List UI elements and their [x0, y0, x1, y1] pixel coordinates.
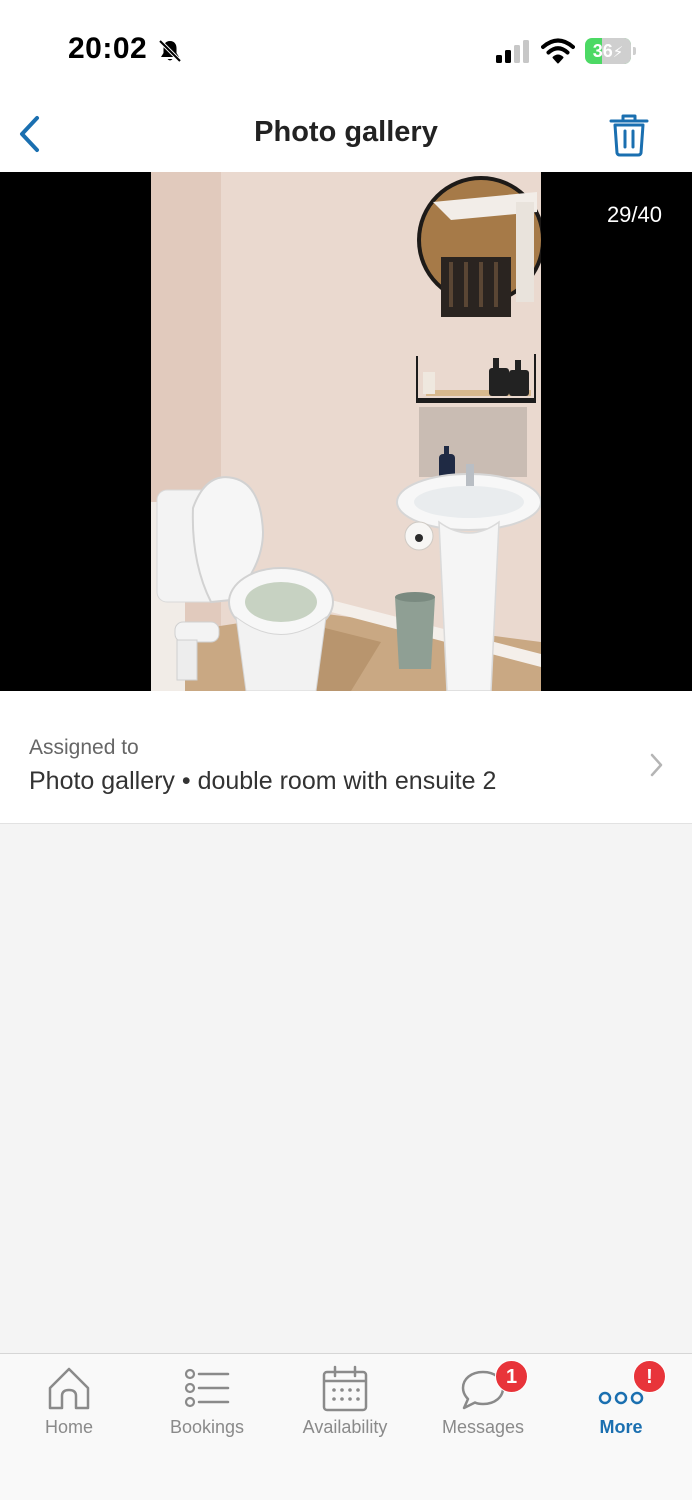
- trash-icon: [609, 114, 649, 157]
- tab-availability-label: Availability: [302, 1417, 388, 1437]
- navigation-bar: Photo gallery: [0, 100, 692, 172]
- chevron-right-icon: [650, 753, 663, 777]
- gallery-photo[interactable]: [151, 172, 541, 691]
- bathroom-photo: [151, 172, 541, 691]
- tab-home-label: Home: [44, 1417, 93, 1437]
- battery-cap: [633, 47, 636, 55]
- tab-availability[interactable]: Availability: [276, 1354, 414, 1454]
- status-time: 20:02: [68, 32, 148, 65]
- tab-bookings[interactable]: Bookings: [138, 1354, 276, 1454]
- tab-messages[interactable]: 1 Messages: [414, 1354, 552, 1454]
- photo-counter: 29/40: [606, 202, 662, 227]
- tab-bookings-label: Bookings: [169, 1417, 245, 1437]
- empty-content-area: [0, 825, 692, 1353]
- assigned-to-label: Assigned to: [29, 736, 139, 759]
- wifi-icon: [541, 38, 575, 64]
- tab-bar: Home Bookings Availability 1 Messages ! …: [0, 1353, 692, 1500]
- assigned-to-row[interactable]: Assigned to Photo gallery • double room …: [0, 691, 692, 824]
- tab-more-label: More: [599, 1417, 643, 1437]
- photo-viewer[interactable]: 29/40: [0, 172, 692, 691]
- calendar-icon: [322, 1365, 368, 1412]
- tab-more[interactable]: ! More: [552, 1354, 690, 1454]
- status-bar: 20:02 36⚡: [0, 0, 692, 100]
- page-title: Photo gallery: [254, 116, 438, 148]
- list-icon: [184, 1368, 230, 1408]
- tab-home[interactable]: Home: [0, 1354, 138, 1454]
- home-icon: [48, 1367, 90, 1410]
- bell-slash-icon: [158, 39, 182, 63]
- messages-badge: 1: [495, 1360, 528, 1393]
- more-alert-badge: !: [633, 1360, 666, 1393]
- delete-photo-button[interactable]: [602, 108, 656, 162]
- assigned-to-value: Photo gallery • double room with ensuite…: [29, 767, 497, 795]
- battery-charging-icon: 36⚡: [585, 38, 637, 64]
- cellular-signal-icon: [496, 40, 529, 63]
- tab-messages-label: Messages: [441, 1417, 525, 1437]
- battery-level: 36⚡: [592, 41, 624, 61]
